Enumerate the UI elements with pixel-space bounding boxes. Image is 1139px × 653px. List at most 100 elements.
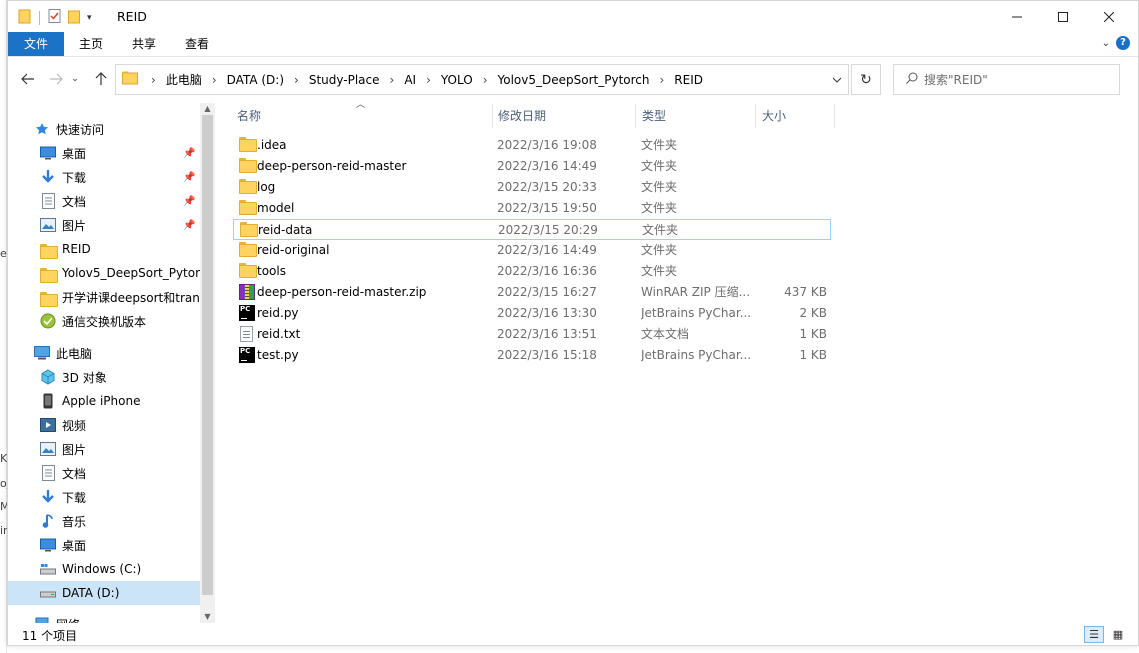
file-row[interactable]: log 2022/3/15 20:33 文件夹 [233, 177, 831, 198]
customize-toolbar-icon[interactable]: ▾ [87, 13, 92, 23]
chevron-right-icon[interactable]: › [383, 73, 402, 87]
folder-icon [40, 241, 58, 259]
breadcrumb-yolov5-deepsort[interactable]: Yolov5_DeepSort_Pytorch [495, 73, 653, 87]
nav-documents-pc[interactable]: 文档 [8, 461, 200, 485]
nav-switch-version[interactable]: 通信交换机版本 [8, 309, 200, 333]
file-date: 2022/3/16 13:30 [497, 306, 597, 320]
nav-apple-iphone[interactable]: Apple iPhone [8, 389, 200, 413]
desktop-icon [40, 145, 56, 161]
column-divider[interactable] [492, 104, 493, 128]
scroll-down-icon[interactable]: ▼ [200, 611, 215, 623]
pin-icon[interactable]: 📌 [183, 172, 195, 183]
file-row[interactable]: tools 2022/3/16 16:36 文件夹 [233, 261, 831, 282]
up-button[interactable] [91, 69, 111, 89]
drive-icon [40, 561, 56, 577]
breadcrumb-ai[interactable]: AI [401, 73, 419, 87]
file-row[interactable]: reid.txt 2022/3/16 13:51 文本文档 1 KB [233, 324, 831, 345]
expand-ribbon-icon[interactable]: ⌄ [1102, 38, 1110, 49]
breadcrumb: › 此电脑 › DATA (D:) › Study-Place › AI › Y… [122, 65, 706, 94]
column-header-type[interactable]: 类型 [642, 104, 752, 128]
details-view-button[interactable]: ☰ [1084, 626, 1104, 643]
nav-downloads-pc[interactable]: 下载 [8, 485, 200, 509]
cube-icon [40, 369, 56, 385]
chevron-right-icon[interactable]: › [287, 73, 306, 87]
toolbar-separator [39, 10, 40, 25]
recent-locations-button[interactable]: ⌄ [68, 69, 82, 89]
search-input[interactable]: 搜索"REID" [924, 71, 988, 88]
breadcrumb-study-place[interactable]: Study-Place [306, 73, 383, 87]
back-button[interactable] [18, 69, 38, 89]
nav-pictures-pc[interactable]: 图片 [8, 437, 200, 461]
chevron-right-icon[interactable]: › [144, 73, 163, 87]
phone-icon [40, 393, 56, 409]
breadcrumb-data-drive[interactable]: DATA (D:) [224, 73, 287, 87]
chevron-right-icon[interactable]: › [205, 73, 224, 87]
nav-desktop[interactable]: 桌面 📌 [8, 141, 200, 165]
column-divider[interactable] [755, 104, 756, 128]
column-header-date[interactable]: 修改日期 [498, 104, 634, 128]
nav-scrollbar[interactable]: ▲ ▼ [200, 103, 215, 623]
new-folder-icon[interactable] [67, 8, 83, 27]
nav-yolov5-deepsort[interactable]: Yolov5_DeepSort_Pytorch [8, 261, 200, 285]
nav-lecture-folder[interactable]: 开学讲课deepsort和transformer [8, 285, 200, 309]
document-icon [40, 193, 56, 209]
document-icon [40, 465, 56, 481]
nav-pictures[interactable]: 图片 📌 [8, 213, 200, 237]
nav-3d-objects[interactable]: 3D 对象 [8, 365, 200, 389]
scrollbar-thumb[interactable] [202, 115, 213, 595]
maximize-button[interactable] [1040, 1, 1086, 32]
nav-videos[interactable]: 视频 [8, 413, 200, 437]
nav-quick-access[interactable]: 快速访问 [8, 117, 200, 141]
nav-documents[interactable]: 文档 📌 [8, 189, 200, 213]
column-header-name[interactable]: 名称 [237, 104, 487, 128]
refresh-button[interactable]: ↻ [851, 64, 881, 95]
nav-windows-c[interactable]: Windows (C:) [8, 557, 200, 581]
pin-icon[interactable]: 📌 [183, 196, 195, 207]
column-header-size[interactable]: 大小 [762, 104, 832, 128]
nav-data-d[interactable]: DATA (D:) [8, 581, 200, 605]
file-row[interactable]: deep-person-reid-master 2022/3/16 14:49 … [233, 156, 831, 177]
nav-this-pc[interactable]: 此电脑 [8, 341, 200, 365]
nav-network[interactable]: 网络 [8, 612, 200, 623]
tab-view[interactable]: 查看 [177, 32, 217, 56]
search-box[interactable]: 搜索"REID" [893, 64, 1120, 95]
nav-downloads[interactable]: 下载 📌 [8, 165, 200, 189]
nav-music[interactable]: 音乐 [8, 509, 200, 533]
minimize-button[interactable] [994, 1, 1040, 32]
address-history-dropdown[interactable] [826, 65, 848, 94]
file-row[interactable]: PC reid.py 2022/3/16 13:30 JetBrains PyC… [233, 303, 831, 324]
folder-icon [239, 263, 255, 279]
chevron-right-icon[interactable]: › [419, 73, 438, 87]
window-title: REID [117, 9, 147, 24]
address-bar[interactable]: › 此电脑 › DATA (D:) › Study-Place › AI › Y… [115, 64, 849, 95]
breadcrumb-reid[interactable]: REID [671, 73, 706, 87]
pin-icon[interactable]: 📌 [183, 148, 195, 159]
file-row[interactable]: .idea 2022/3/16 19:08 文件夹 [233, 135, 831, 156]
breadcrumb-yolo[interactable]: YOLO [438, 73, 476, 87]
properties-icon[interactable] [47, 8, 63, 27]
breadcrumb-this-pc[interactable]: 此电脑 [163, 71, 205, 88]
file-row-selected[interactable]: reid-data 2022/3/15 20:29 文件夹 [233, 219, 831, 240]
forward-button[interactable] [46, 69, 66, 89]
scroll-up-icon[interactable]: ▲ [200, 103, 215, 115]
tab-share[interactable]: 共享 [124, 32, 164, 56]
pictures-icon [40, 441, 56, 457]
file-row[interactable]: reid-original 2022/3/16 14:49 文件夹 [233, 240, 831, 261]
close-button[interactable] [1086, 1, 1132, 32]
nav-reid[interactable]: REID [8, 237, 200, 261]
column-divider[interactable] [834, 104, 835, 128]
file-row[interactable]: PC test.py 2022/3/16 15:18 JetBrains PyC… [233, 345, 831, 366]
chevron-right-icon[interactable]: › [476, 73, 495, 87]
chevron-right-icon[interactable]: › [652, 73, 671, 87]
help-icon[interactable]: ? [1116, 36, 1130, 50]
tab-file[interactable]: 文件 [8, 32, 64, 56]
column-divider[interactable] [635, 104, 636, 128]
pycharm-icon: PC [239, 305, 255, 321]
file-row[interactable]: model 2022/3/15 19:50 文件夹 [233, 198, 831, 219]
pin-icon[interactable]: 📌 [183, 220, 195, 231]
large-icons-view-button[interactable]: ▦ [1108, 626, 1128, 643]
tab-home[interactable]: 主页 [71, 32, 111, 56]
file-row[interactable]: deep-person-reid-master.zip 2022/3/15 16… [233, 282, 831, 303]
file-date: 2022/3/16 16:36 [497, 264, 597, 278]
nav-desktop-pc[interactable]: 桌面 [8, 533, 200, 557]
